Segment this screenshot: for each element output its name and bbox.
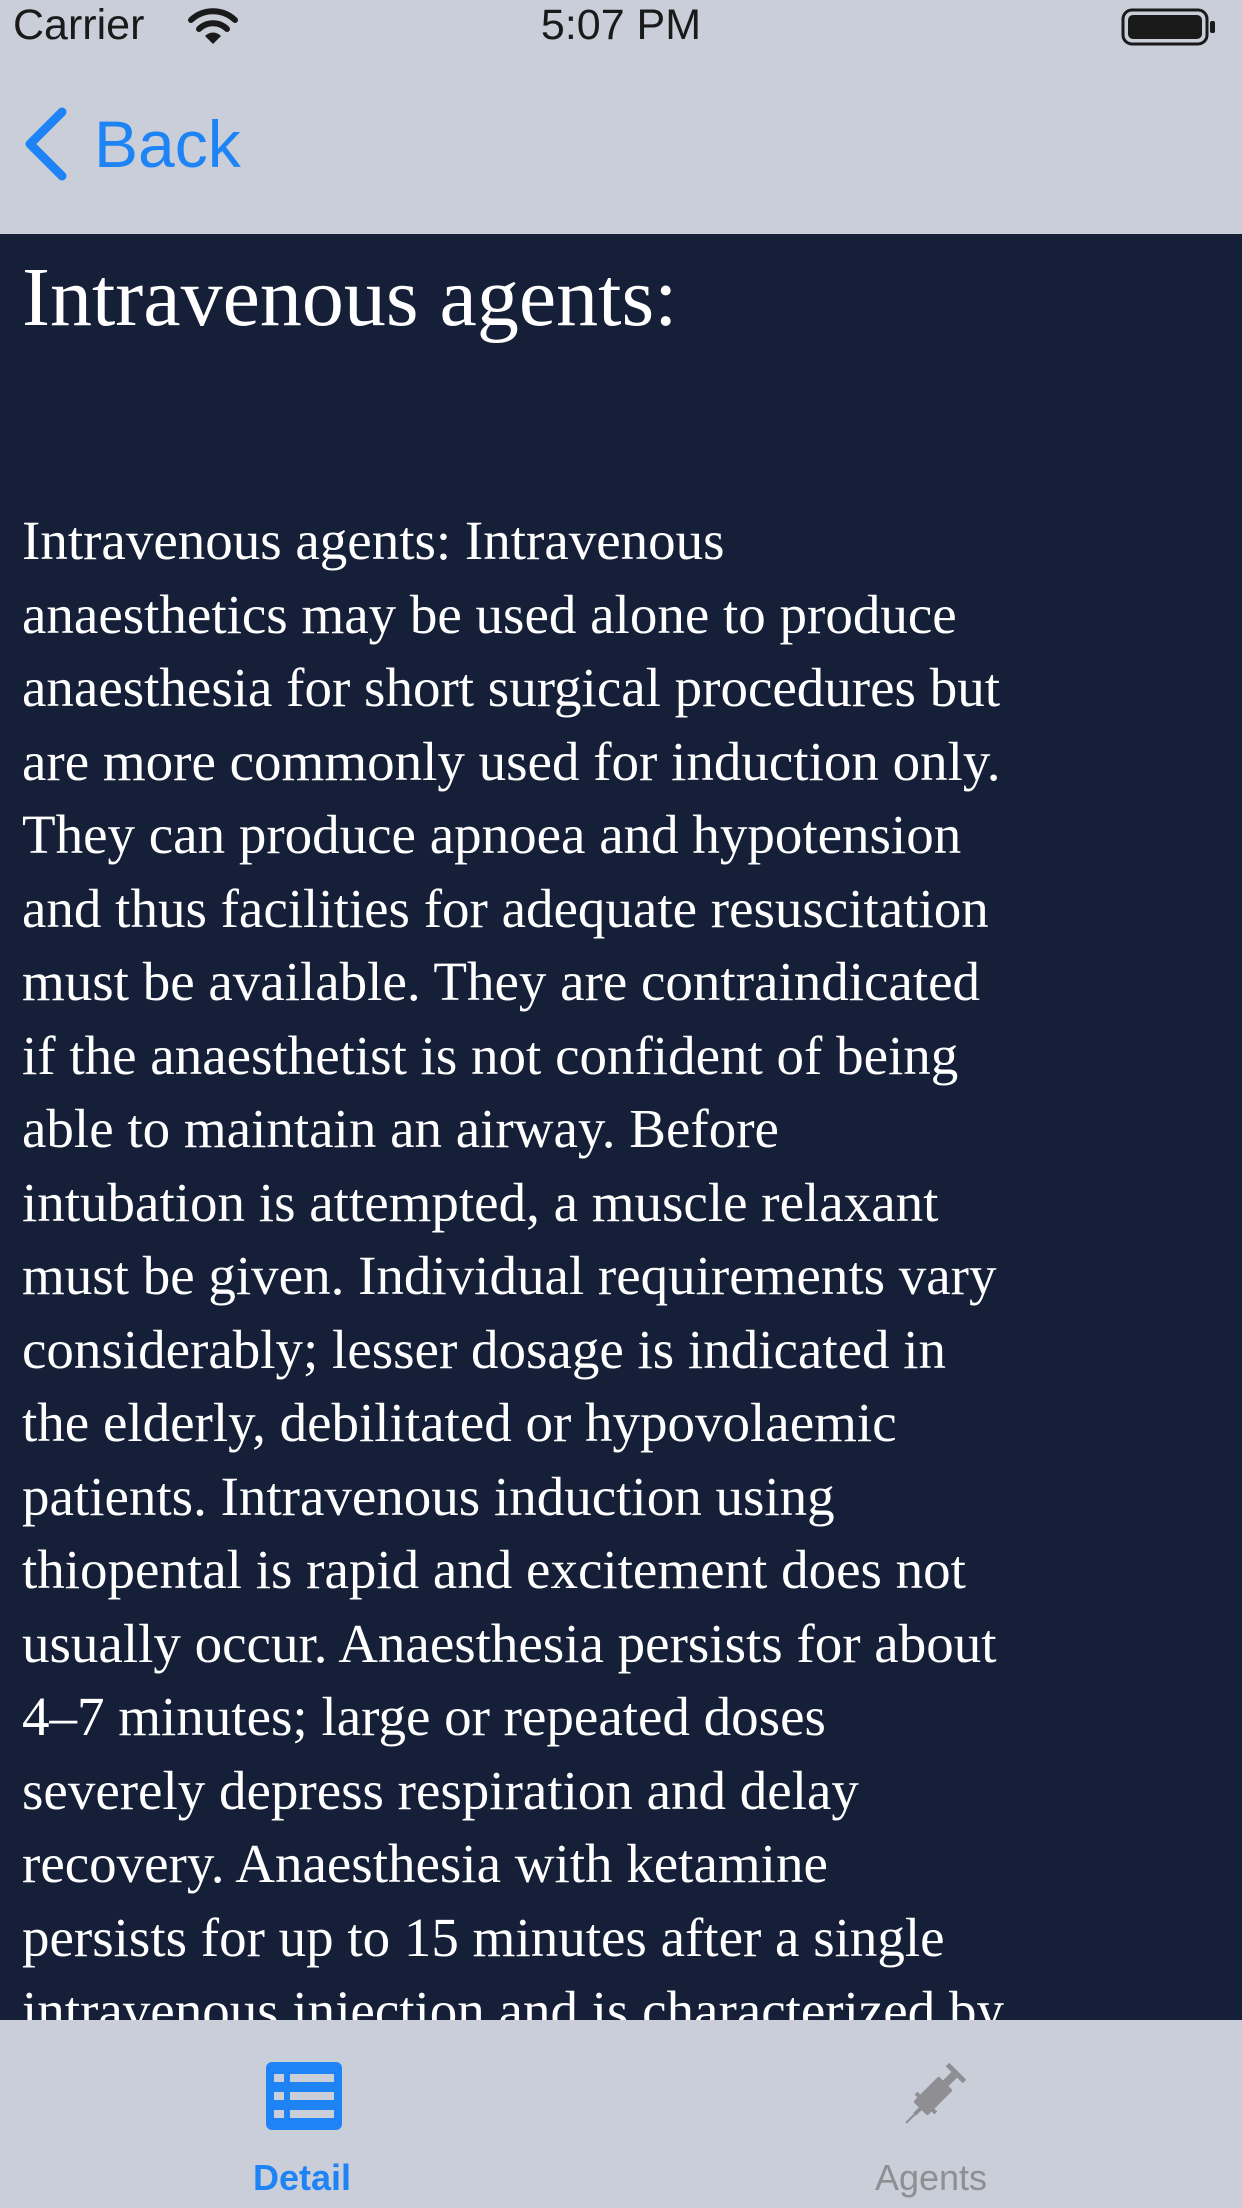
detail-text: Intravenous agents: Intravenous anaesthe… [22, 510, 1004, 2020]
detail-content[interactable]: Intravenous agents: Intravenous agents: … [0, 234, 1242, 2020]
back-label: Back [94, 107, 241, 181]
battery-icon [1121, 8, 1215, 46]
tab-bar: Detail Agents [0, 2020, 1242, 2208]
clock: 5:07 PM [540, 1, 702, 49]
chevron-left-icon [25, 107, 67, 181]
tab-agents-label: Agents [874, 2157, 988, 2198]
list-icon [266, 2062, 342, 2130]
back-button[interactable]: Back [20, 104, 241, 184]
page-title: Intravenous agents: [22, 251, 678, 344]
syringe-icon [905, 2062, 967, 2124]
tab-detail-label: Detail [252, 2157, 352, 2198]
tab-agents[interactable]: Agents [621, 2020, 1242, 2208]
tab-detail[interactable]: Detail [0, 2020, 621, 2208]
status-bar: Carrier 5:07 PM [0, 0, 1242, 54]
navigation-bar: Back [0, 54, 1242, 234]
